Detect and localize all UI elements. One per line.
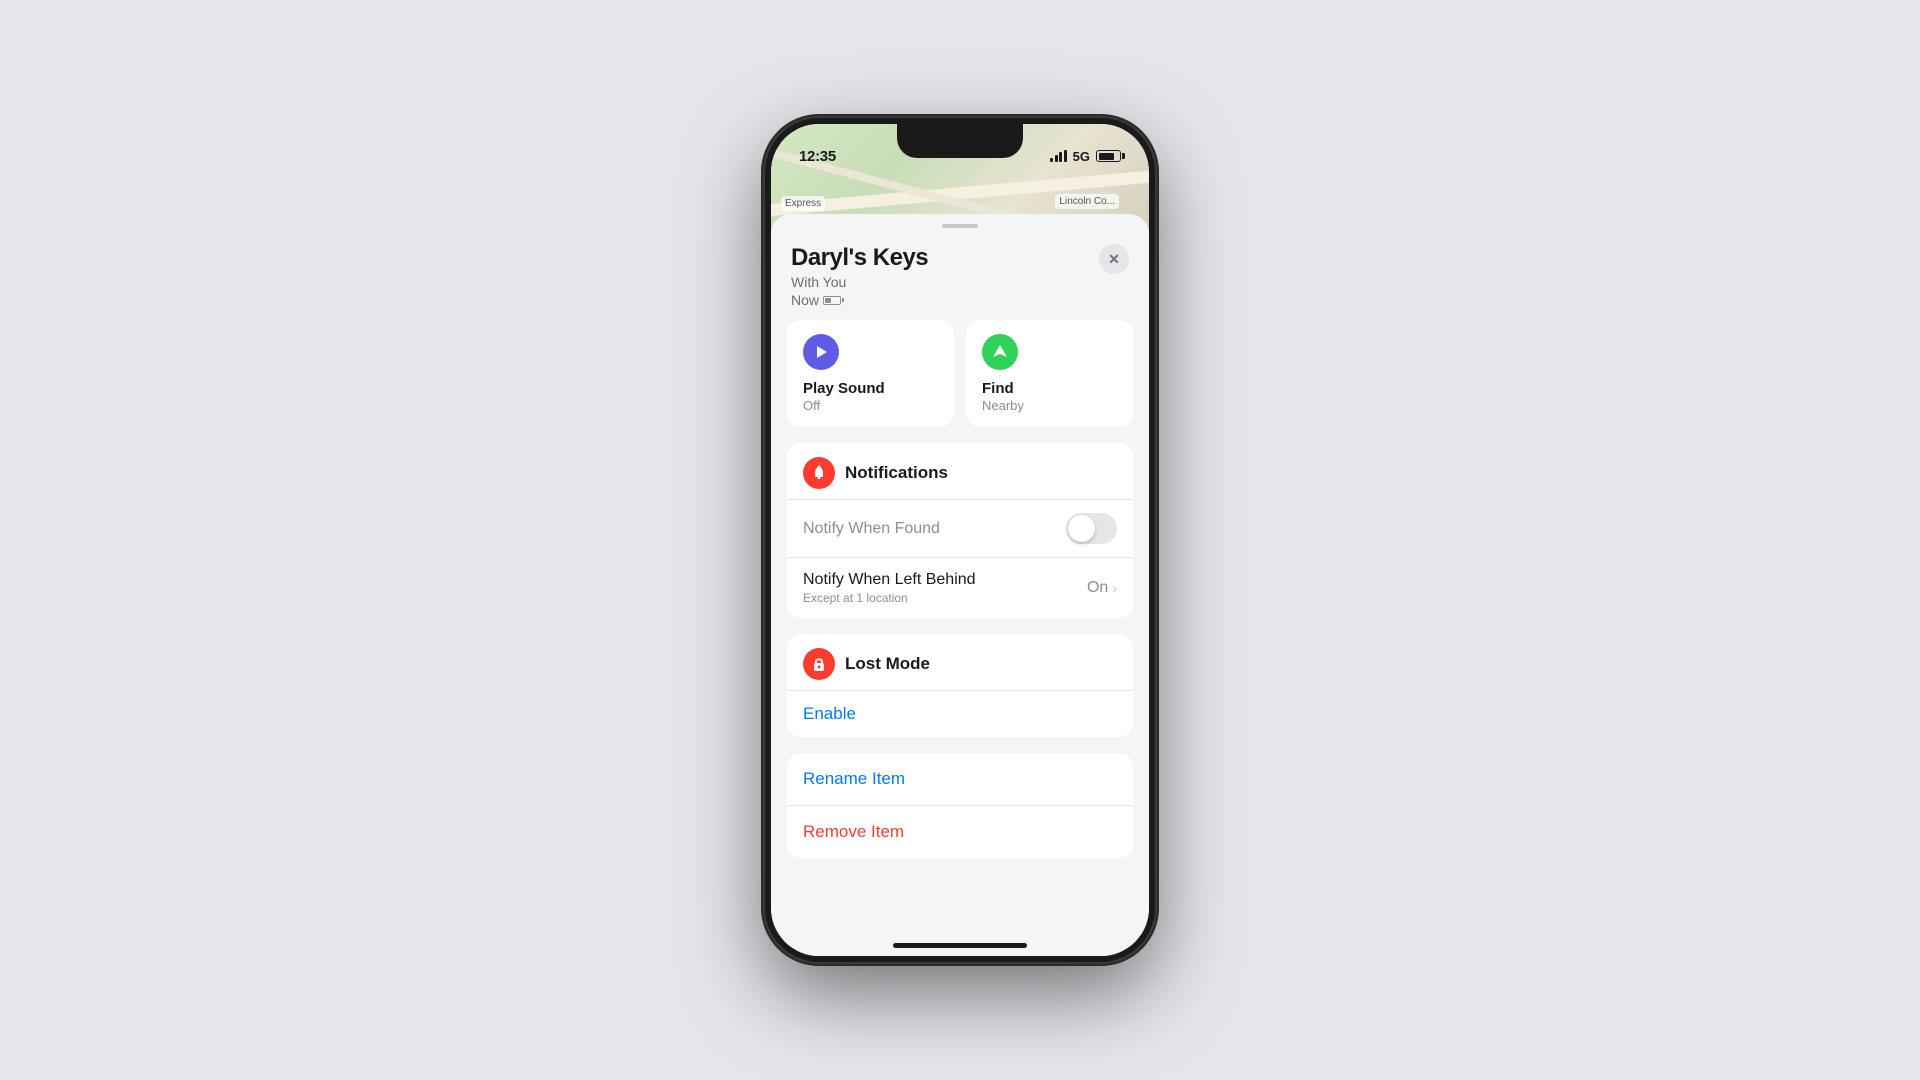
find-nearby-title: Find (982, 380, 1117, 397)
battery-icon (1096, 150, 1121, 162)
lock-icon (810, 655, 828, 673)
notch (897, 124, 1023, 158)
rename-item-label[interactable]: Rename Item (803, 769, 905, 789)
find-nearby-card[interactable]: Find Nearby (966, 320, 1133, 427)
lost-mode-icon-bg (803, 648, 835, 680)
find-nearby-subtitle: Nearby (982, 398, 1117, 413)
remove-item-row[interactable]: Remove Item (787, 805, 1133, 858)
item-battery (823, 296, 841, 305)
play-sound-title: Play Sound (803, 380, 938, 397)
lost-mode-section: Lost Mode Enable (787, 634, 1133, 737)
notify-left-behind-label: Notify When Left Behind (803, 571, 976, 589)
enable-lost-mode-label[interactable]: Enable (803, 704, 856, 724)
notify-left-behind-sublabel: Except at 1 location (803, 591, 976, 605)
item-info: Daryl's Keys With You Now (791, 244, 928, 308)
status-icons: 5G (1050, 149, 1121, 164)
notify-found-label: Notify When Found (803, 520, 940, 538)
status-time: 12:35 (799, 148, 836, 165)
find-nearby-icon-bg (982, 334, 1018, 370)
sheet-header: Daryl's Keys With You Now ✕ (771, 228, 1149, 320)
item-status: Now (791, 292, 928, 308)
rename-item-row[interactable]: Rename Item (787, 753, 1133, 805)
notifications-section: Notifications Notify When Found Notify W… (787, 443, 1133, 618)
close-button[interactable]: ✕ (1099, 244, 1129, 274)
notifications-header: Notifications (787, 443, 1133, 499)
network-type: 5G (1073, 149, 1090, 164)
play-icon (812, 343, 830, 361)
notify-left-behind-row[interactable]: Notify When Left Behind Except at 1 loca… (787, 557, 1133, 618)
item-subtitle: With You (791, 274, 928, 290)
enable-lost-mode-row[interactable]: Enable (787, 690, 1133, 737)
item-actions-section: Rename Item Remove Item (787, 753, 1133, 858)
sheet-handle (942, 224, 978, 228)
lost-mode-header: Lost Mode (787, 634, 1133, 690)
play-sound-icon-bg (803, 334, 839, 370)
notify-when-found-row[interactable]: Notify When Found (787, 499, 1133, 557)
chevron-icon: › (1112, 580, 1117, 596)
screen: Express Lincoln Co... 12:35 5G (771, 124, 1149, 956)
action-row: Play Sound Off Find Nearby (771, 320, 1149, 443)
play-sound-card[interactable]: Play Sound Off (787, 320, 954, 427)
bell-icon (810, 464, 828, 482)
notifications-title: Notifications (845, 463, 948, 483)
detail-sheet: Daryl's Keys With You Now ✕ (771, 214, 1149, 956)
lost-mode-title: Lost Mode (845, 654, 930, 674)
map-label-express: Express (781, 196, 825, 211)
item-title: Daryl's Keys (791, 244, 928, 272)
notifications-icon-bg (803, 457, 835, 489)
signal-bars (1050, 150, 1067, 162)
notify-found-toggle[interactable] (1066, 513, 1117, 544)
play-sound-subtitle: Off (803, 398, 938, 413)
map-label-lincoln: Lincoln Co... (1055, 194, 1119, 209)
notify-left-behind-value: On (1087, 579, 1108, 597)
phone-frame: Express Lincoln Co... 12:35 5G (765, 118, 1155, 962)
arrow-up-icon (991, 343, 1009, 361)
home-indicator (893, 943, 1027, 948)
remove-item-label[interactable]: Remove Item (803, 822, 904, 842)
